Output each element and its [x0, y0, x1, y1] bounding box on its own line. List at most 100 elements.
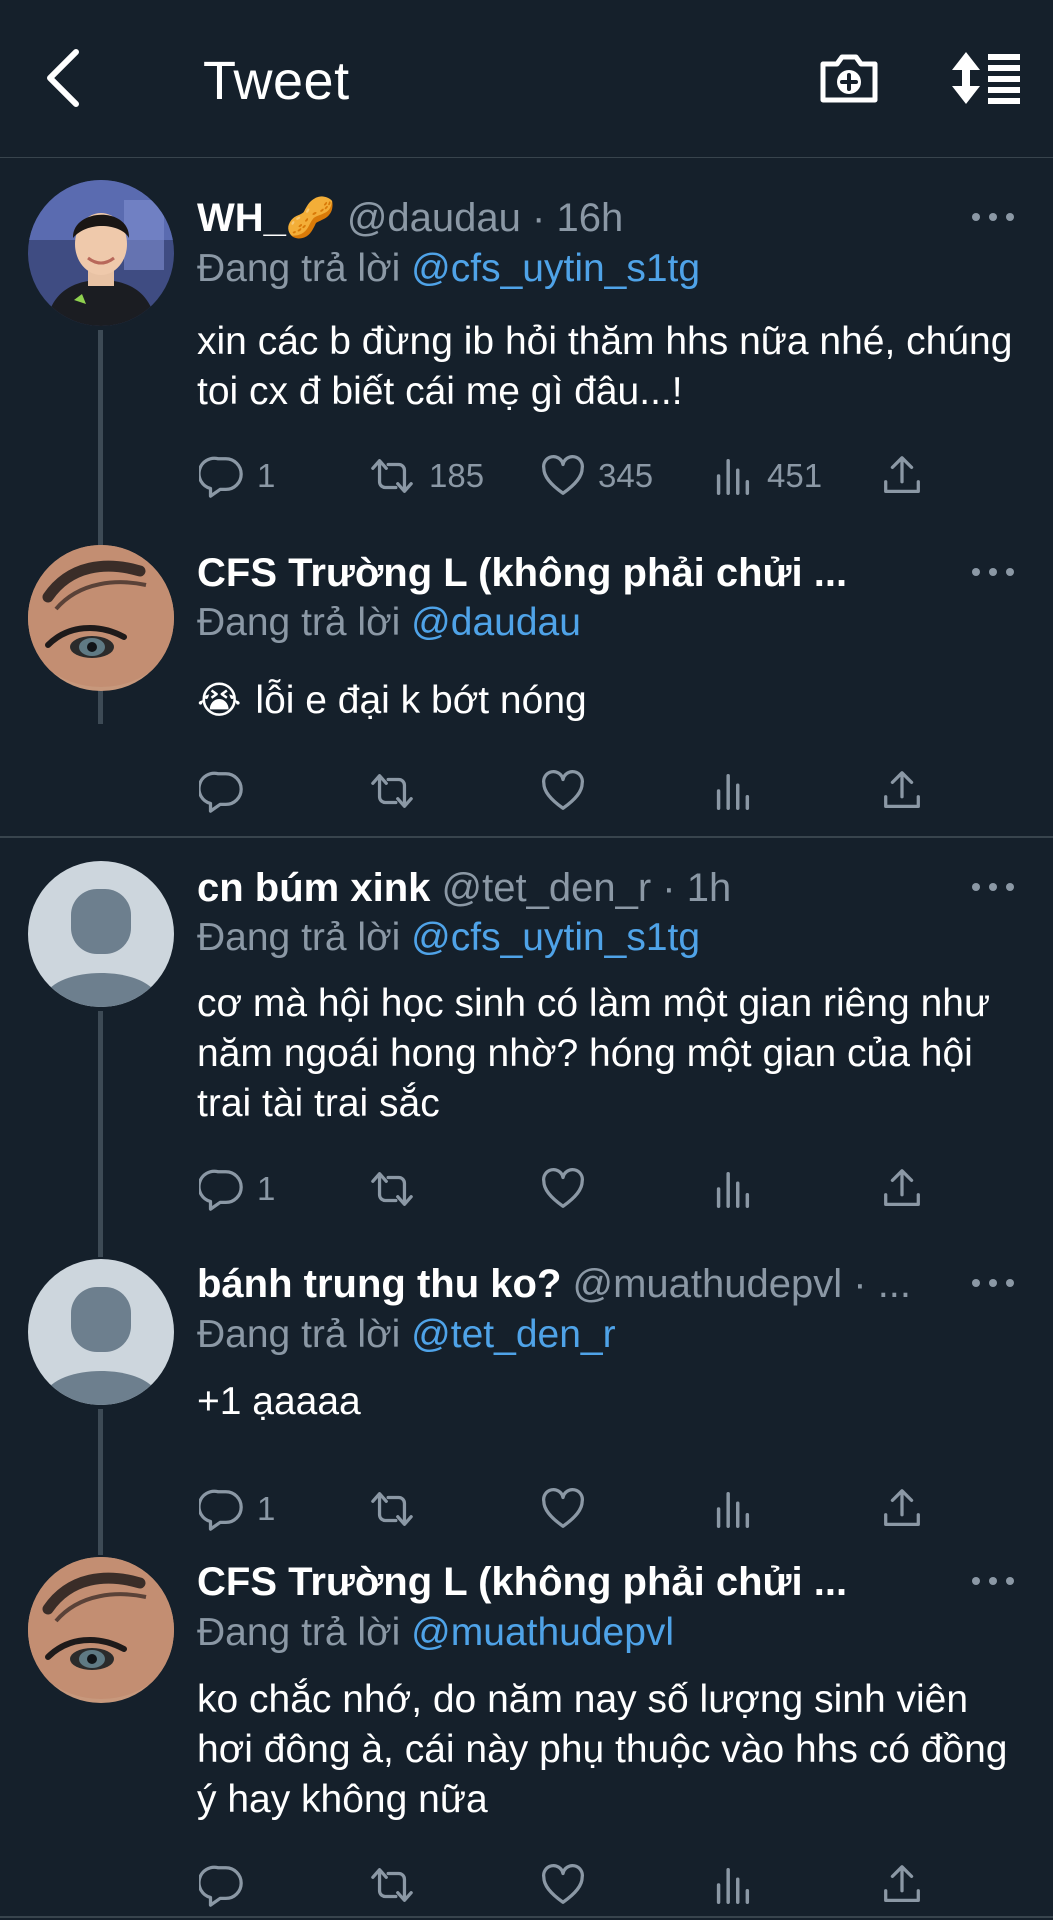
mention-link[interactable]: @tet_den_r	[411, 1313, 615, 1356]
like-button[interactable]	[540, 1861, 586, 1909]
heart-icon	[540, 768, 586, 814]
display-name[interactable]: CFS Trường L (không phải chửi ...	[197, 551, 847, 595]
retweet-button[interactable]	[367, 1165, 417, 1213]
reply-context: Đang trả lời @daudau	[197, 598, 581, 648]
display-name[interactable]: WH_🥜	[197, 196, 336, 240]
handle-time: @daudau · 16h	[346, 196, 624, 240]
reply-icon	[199, 1486, 245, 1532]
tweet-header: cn búm xink @tet_den_r · 1h	[197, 863, 963, 913]
more-dots-icon	[968, 1268, 1018, 1298]
share-button[interactable]	[879, 1165, 925, 1213]
reply-prefix: Đang trả lời	[197, 1313, 401, 1356]
heart-icon	[540, 453, 586, 499]
tweet-header: CFS Trường L (không phải chửi ...	[197, 548, 963, 598]
mention-link[interactable]: @cfs_uytin_s1tg	[411, 916, 700, 959]
tweet-header: CFS Trường L (không phải chửi ...	[197, 1557, 963, 1607]
retweet-button[interactable]	[367, 767, 417, 815]
camera-button[interactable]	[817, 46, 881, 110]
display-name[interactable]: cn búm xink	[197, 866, 430, 910]
display-name[interactable]: CFS Trường L (không phải chửi ...	[197, 1560, 847, 1604]
avatar[interactable]	[28, 1259, 174, 1405]
sort-list-icon	[952, 52, 1020, 104]
reply-context: Đang trả lời @muathudepvl	[197, 1608, 674, 1658]
more-options-button[interactable]	[968, 557, 1018, 587]
more-dots-icon	[968, 202, 1018, 232]
reply-button[interactable]	[199, 767, 245, 815]
retweet-icon	[367, 1486, 417, 1532]
like-button[interactable]	[540, 1165, 586, 1213]
share-icon	[879, 768, 925, 814]
tweet-text: +1 ạaaaa	[197, 1380, 361, 1423]
thread-divider	[0, 836, 1053, 838]
reply-context: Đang trả lời @cfs_uytin_s1tg	[197, 913, 700, 963]
page-title: Tweet	[203, 51, 350, 111]
retweet-count: 185	[429, 457, 485, 494]
more-options-button[interactable]	[968, 1566, 1018, 1596]
camera-plus-icon	[820, 54, 878, 103]
mention-link[interactable]: @daudau	[411, 601, 581, 644]
like-button[interactable]	[540, 767, 586, 815]
retweet-button[interactable]: 185	[367, 452, 484, 500]
more-options-button[interactable]	[968, 202, 1018, 232]
tweet-text: cơ mà hội học sinh có làm một gian riêng…	[197, 982, 991, 1125]
mention-link[interactable]: @cfs_uytin_s1tg	[411, 247, 700, 290]
retweet-button[interactable]	[367, 1485, 417, 1533]
views-button[interactable]	[709, 1861, 755, 1909]
bar-chart-icon	[709, 453, 755, 499]
more-options-button[interactable]	[968, 1268, 1018, 1298]
reply-button[interactable]: 1	[199, 452, 275, 500]
heart-icon	[540, 1486, 586, 1532]
view-count: 451	[767, 457, 823, 494]
share-icon	[879, 1486, 925, 1532]
avatar[interactable]	[28, 545, 174, 691]
views-button[interactable]	[709, 1485, 755, 1533]
reply-button[interactable]: 1	[199, 1485, 275, 1533]
more-options-button[interactable]	[968, 872, 1018, 902]
sort-replies-button[interactable]	[950, 50, 1022, 106]
reply-icon	[199, 1862, 245, 1908]
share-button[interactable]	[879, 1485, 925, 1533]
reply-button[interactable]: 1	[199, 1165, 275, 1213]
views-button[interactable]	[709, 1165, 755, 1213]
share-icon	[879, 1862, 925, 1908]
views-button[interactable]: 451	[709, 452, 822, 500]
thread-connector	[98, 1011, 103, 1257]
profile-photo-icon	[28, 1557, 174, 1703]
more-dots-icon	[968, 557, 1018, 587]
tweet-text: xin các b đừng ib hỏi thăm hhs nữa nhé, …	[197, 320, 1013, 413]
share-button[interactable]	[879, 1861, 925, 1909]
avatar[interactable]	[28, 1557, 174, 1703]
share-button[interactable]	[879, 452, 925, 500]
reply-button[interactable]	[199, 1861, 245, 1909]
reply-icon	[199, 453, 245, 499]
more-dots-icon	[968, 1566, 1018, 1596]
reply-prefix: Đang trả lời	[197, 601, 401, 644]
like-button[interactable]: 345	[540, 452, 653, 500]
display-name[interactable]: bánh trung thu ko?	[197, 1262, 561, 1306]
reply-prefix: Đang trả lời	[197, 916, 401, 959]
profile-photo-icon	[28, 545, 174, 691]
mention-link[interactable]: @muathudepvl	[411, 1611, 674, 1654]
default-profile-icon	[28, 1259, 174, 1405]
like-button[interactable]	[540, 1485, 586, 1533]
views-button[interactable]	[709, 767, 755, 815]
share-icon	[879, 1166, 925, 1212]
reply-icon	[199, 768, 245, 814]
bottom-divider	[0, 1916, 1053, 1918]
action-bar	[197, 1861, 957, 1909]
retweet-icon	[367, 453, 417, 499]
tweet-header: WH_🥜 @daudau · 16h	[197, 193, 963, 243]
like-count: 345	[598, 457, 654, 494]
avatar[interactable]	[28, 861, 174, 1007]
top-bar: Tweet	[0, 0, 1053, 158]
share-button[interactable]	[879, 767, 925, 815]
avatar[interactable]	[28, 180, 174, 326]
bar-chart-icon	[709, 1166, 755, 1212]
tweet-text: ko chắc nhớ, do năm nay số lượng sinh vi…	[197, 1678, 1008, 1821]
back-button[interactable]	[40, 46, 88, 110]
chevron-left-icon	[47, 49, 79, 107]
reply-count: 1	[257, 1170, 276, 1207]
retweet-button[interactable]	[367, 1861, 417, 1909]
tweet-header: bánh trung thu ko? @muathudepvl · ...	[197, 1259, 963, 1309]
tweet-text-row: 😭 lỗi e đại k bớt nóng	[197, 676, 1017, 726]
